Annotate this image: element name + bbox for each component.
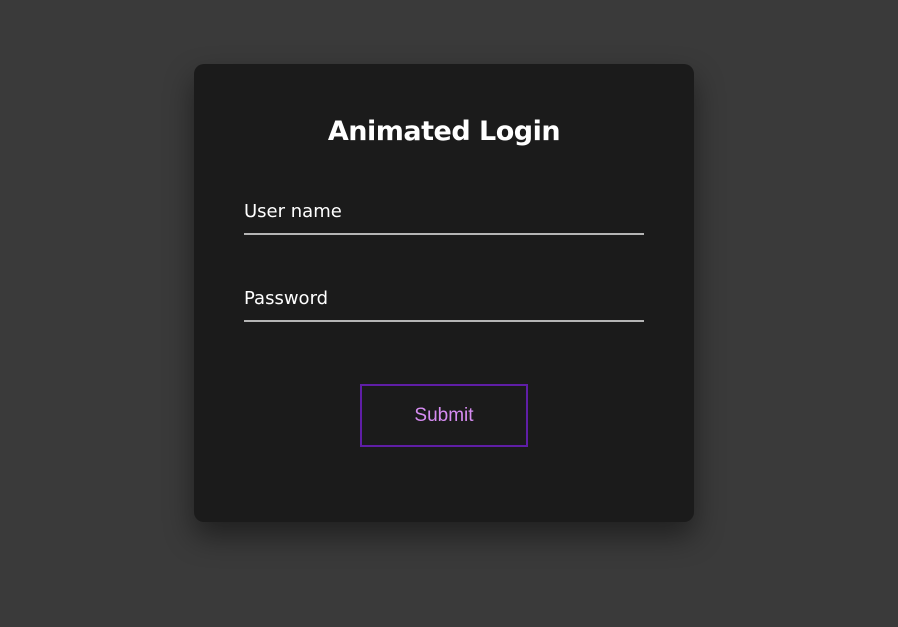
password-field[interactable]: Password <box>244 283 644 323</box>
login-title: Animated Login <box>327 116 561 147</box>
login-card: Animated Login User name Password Submit <box>194 64 694 522</box>
submit-button[interactable]: Submit <box>360 384 528 447</box>
password-input[interactable] <box>244 283 644 323</box>
username-underline <box>244 233 644 235</box>
username-field[interactable]: User name <box>244 196 644 236</box>
password-underline <box>244 320 644 322</box>
username-input[interactable] <box>244 196 644 236</box>
